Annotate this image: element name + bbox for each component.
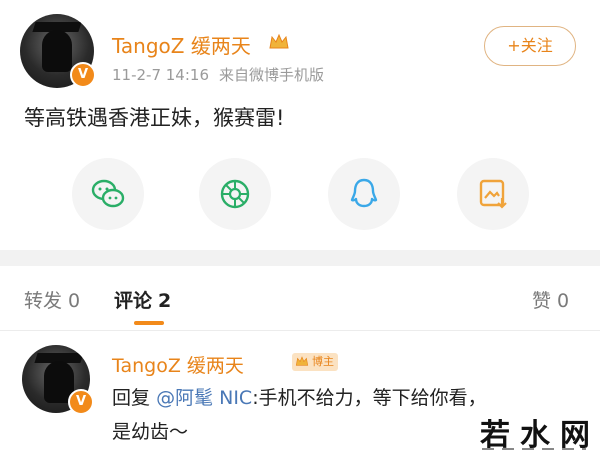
post-text: 等高铁遇香港正妹，猴赛雷! — [24, 106, 285, 130]
commenter-verified-badge: V — [68, 389, 94, 415]
comment-text: 回复 @阿髦 NIC:手机不给力，等下给你看， — [112, 383, 487, 410]
wechat-icon — [91, 179, 125, 208]
interaction-tabs: 转发 0 评论 2 赞0 — [0, 266, 600, 331]
save-image-icon — [479, 179, 507, 209]
tab-repost[interactable]: 转发 0 — [24, 286, 80, 313]
tab-likes-label: 赞 — [532, 290, 552, 312]
blogger-tag: 博主 — [292, 353, 338, 371]
share-qq-button[interactable] — [328, 158, 400, 230]
reply-text: :手机不给力，等下给你看， — [252, 387, 487, 409]
watermark-underline — [482, 448, 586, 450]
post-card: V TangoZ 缓两天 11-2-7 14:16 来自微博手机版 +关注 等高铁… — [0, 0, 600, 250]
tab-likes-count: 0 — [557, 290, 570, 312]
author-name[interactable]: TangoZ 缓两天 — [112, 30, 251, 59]
post-source: 来自微博手机版 — [219, 66, 325, 84]
share-save-image-button[interactable] — [457, 158, 529, 230]
post-meta: 11-2-7 14:16 来自微博手机版 — [112, 64, 324, 85]
comment-text-line2: 是幼齿～ — [112, 421, 189, 443]
active-tab-indicator — [134, 321, 164, 325]
tab-comments[interactable]: 评论 2 — [114, 286, 171, 313]
qq-icon — [350, 178, 378, 208]
mention-link[interactable]: @阿髦 NIC — [156, 387, 252, 409]
share-wechat-button[interactable] — [72, 158, 144, 230]
post-timestamp: 11-2-7 14:16 — [112, 66, 209, 84]
tab-repost-label: 转发 — [24, 290, 63, 312]
crown-icon — [269, 33, 289, 49]
commenter-name[interactable]: TangoZ 缓两天 — [112, 351, 244, 378]
crown-icon — [295, 356, 309, 366]
reply-prefix: 回复 — [112, 387, 151, 409]
tab-likes[interactable]: 赞0 — [532, 286, 569, 313]
blogger-tag-label: 博主 — [312, 355, 334, 368]
verified-badge: V — [70, 62, 96, 88]
follow-button[interactable]: +关注 — [484, 26, 576, 66]
moments-icon — [220, 179, 250, 209]
tab-repost-count: 0 — [68, 290, 81, 312]
tab-comments-label: 评论 — [114, 290, 153, 312]
share-moments-button[interactable] — [199, 158, 271, 230]
tab-comments-count: 2 — [158, 290, 172, 312]
